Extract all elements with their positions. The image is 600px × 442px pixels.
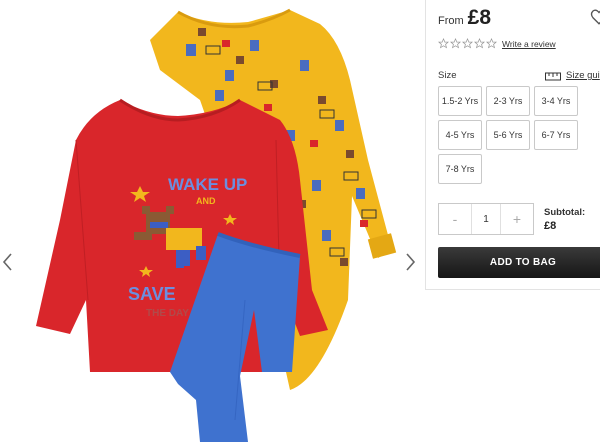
chevron-right-icon (406, 253, 416, 271)
product-purchase-panel: From £8 Write a review Size Size gui 1.5… (425, 0, 600, 290)
subtotal: Subtotal: £8 (544, 207, 585, 232)
subtotal-label: Subtotal: (544, 207, 586, 218)
ruler-icon (545, 72, 561, 80)
size-option[interactable]: 6-7 Yrs (534, 120, 578, 150)
heart-icon (590, 9, 600, 25)
size-option[interactable]: 1.5-2 Yrs (438, 86, 482, 116)
product-price: £8 (467, 6, 492, 29)
size-option[interactable]: 7-8 Yrs (438, 154, 482, 184)
product-gallery: WAKE UP AND SAVE THE DAY (0, 0, 420, 442)
rating-stars (438, 38, 497, 49)
wishlist-button[interactable] (590, 8, 600, 31)
shirt-print-line3: SAVE (128, 284, 176, 304)
next-image-arrow[interactable] (402, 250, 418, 274)
star-outline-icon (462, 38, 473, 49)
write-review-link[interactable]: Write a review (502, 39, 556, 49)
add-to-bag-button[interactable]: ADD TO BAG (438, 247, 600, 278)
shirt-print-line1: WAKE UP (168, 175, 247, 194)
size-option[interactable]: 5-6 Yrs (486, 120, 530, 150)
quantity-stepper: - 1 + (438, 203, 534, 235)
price-row: From £8 (438, 6, 491, 30)
product-page: WAKE UP AND SAVE THE DAY From £8 Write a… (0, 0, 600, 442)
previous-image-arrow[interactable] (0, 250, 16, 274)
chevron-left-icon (2, 253, 12, 271)
quantity-decrease-button[interactable]: - (439, 204, 471, 234)
shirt-print-line4: THE DAY (146, 308, 189, 319)
star-outline-icon (438, 38, 449, 49)
size-option[interactable]: 4-5 Yrs (438, 120, 482, 150)
rating-row: Write a review (438, 38, 556, 49)
star-outline-icon (450, 38, 461, 49)
price-from-label: From (438, 15, 464, 27)
size-guide-link[interactable]: Size gui (545, 70, 600, 81)
pyjamas-product-image[interactable]: WAKE UP AND SAVE THE DAY (20, 0, 400, 442)
shirt-print-line2: AND (196, 196, 216, 206)
size-label: Size (438, 70, 457, 81)
star-outline-icon (474, 38, 485, 49)
star-outline-icon (486, 38, 497, 49)
subtotal-value: £8 (544, 220, 557, 232)
size-option[interactable]: 2-3 Yrs (486, 86, 530, 116)
size-guide-label: Size gui (566, 70, 600, 81)
quantity-input[interactable]: 1 (471, 204, 501, 234)
quantity-increase-button[interactable]: + (501, 204, 533, 234)
size-option[interactable]: 3-4 Yrs (534, 86, 578, 116)
